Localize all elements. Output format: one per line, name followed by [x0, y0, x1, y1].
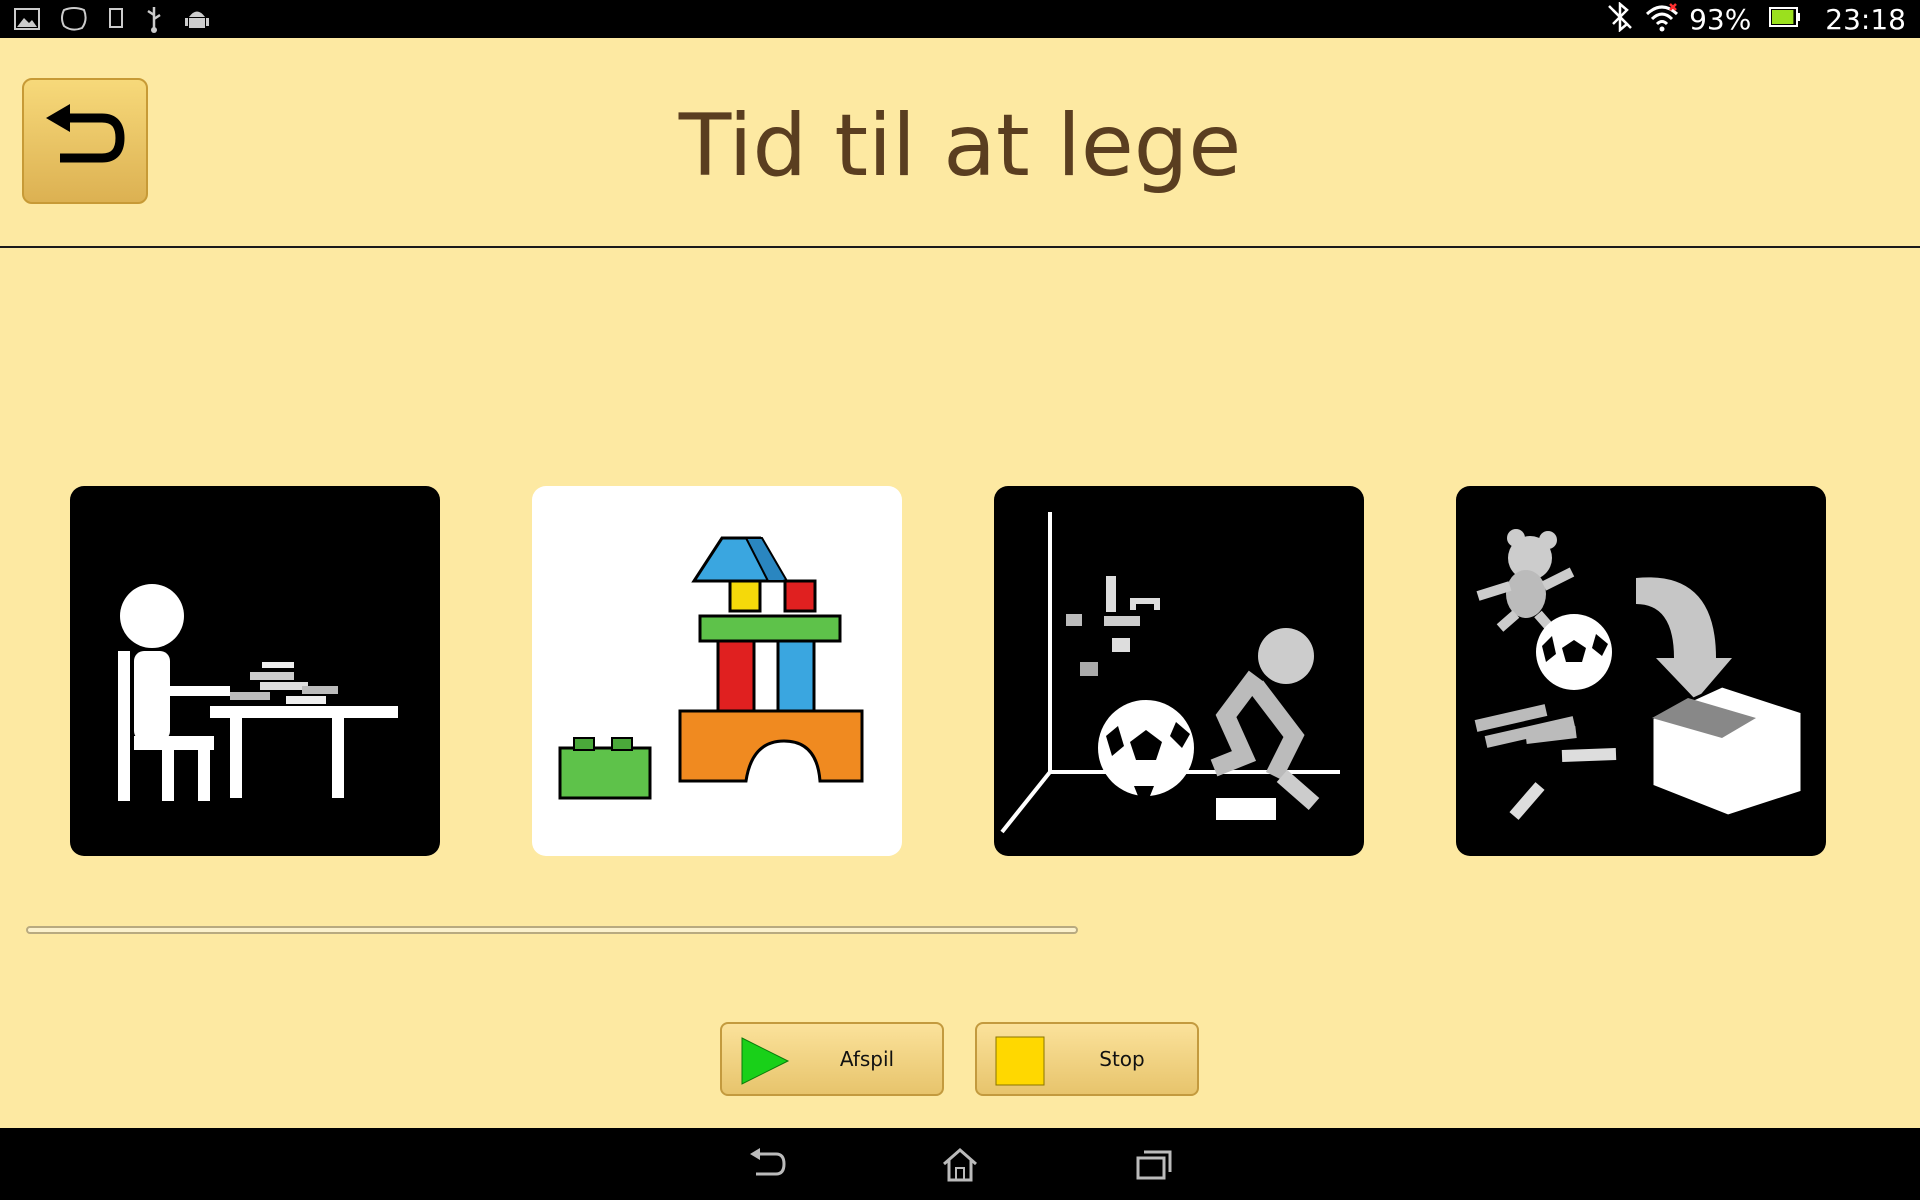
playback-progress-bar[interactable]: [26, 926, 1078, 934]
nav-home-icon[interactable]: [940, 1148, 980, 1186]
play-button[interactable]: Afspil: [720, 1022, 944, 1096]
phone-icon: [108, 7, 124, 31]
bluetooth-off-icon: [1605, 1, 1635, 36]
pictogram-desk[interactable]: [70, 486, 440, 856]
page-title: Tid til at lege: [678, 96, 1242, 196]
status-bar: 93% 23:18: [0, 0, 1920, 38]
tidy-up-toys-icon: [1474, 529, 1804, 820]
play-button-label: Afspil: [839, 1047, 895, 1071]
pictogram-playing[interactable]: [994, 486, 1364, 856]
pictogram-tidy-up[interactable]: [1456, 486, 1826, 856]
android-icon: [184, 6, 210, 32]
nav-back-icon[interactable]: [748, 1148, 788, 1184]
header-divider: [0, 246, 1920, 248]
header: Tid til at lege: [0, 38, 1920, 246]
building-blocks-icon: [558, 536, 864, 800]
clock: 23:18: [1825, 2, 1906, 36]
battery-icon: [1769, 6, 1801, 32]
wifi-icon: [1645, 2, 1679, 36]
stop-button-label: Stop: [1099, 1047, 1145, 1071]
play-triangle-icon: [740, 1036, 790, 1090]
playing-with-toys-icon: [1000, 512, 1340, 834]
usb-icon: [144, 5, 164, 33]
app-blob-icon: [60, 6, 88, 32]
gallery-icon: [14, 7, 40, 31]
pictogram-blocks[interactable]: [532, 486, 902, 856]
stop-button[interactable]: Stop: [975, 1022, 1199, 1096]
battery-percent: 93%: [1689, 2, 1752, 36]
desk-activity-icon: [118, 584, 398, 801]
nav-recents-icon[interactable]: [1134, 1148, 1174, 1184]
stop-square-icon: [995, 1036, 1045, 1090]
navigation-bar: [0, 1128, 1920, 1200]
